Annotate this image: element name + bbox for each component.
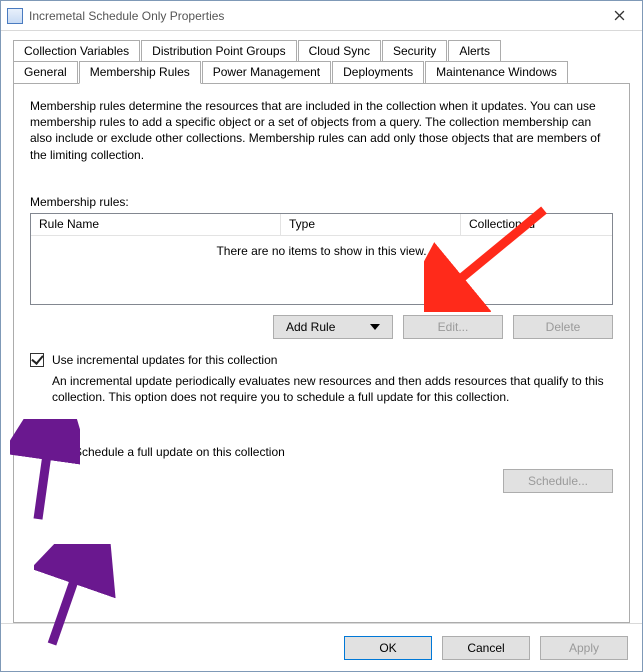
grid-empty-message: There are no items to show in this view. [31, 236, 612, 304]
rule-button-row: Add Rule Edit... Delete [30, 315, 613, 339]
column-type[interactable]: Type [281, 214, 461, 235]
incremental-row: Use incremental updates for this collect… [30, 353, 613, 367]
rules-grid[interactable]: Rule Name Type Collection Id There are n… [30, 213, 613, 305]
tab-general[interactable]: General [13, 61, 78, 84]
tab-deployments[interactable]: Deployments [332, 61, 424, 84]
tab-page-membership-rules: Membership rules determine the resources… [13, 83, 630, 623]
incremental-label: Use incremental updates for this collect… [52, 353, 277, 367]
tab-row-2: General Membership Rules Power Managemen… [13, 60, 569, 83]
column-rule-name[interactable]: Rule Name [31, 214, 281, 235]
schedule-button: Schedule... [503, 469, 613, 493]
dialog-footer: OK Cancel Apply [1, 623, 642, 671]
tab-collection-variables[interactable]: Collection Variables [13, 40, 140, 62]
window-title: Incremetal Schedule Only Properties [29, 9, 597, 23]
cancel-button[interactable]: Cancel [442, 636, 530, 660]
add-rule-label: Add Rule [286, 320, 335, 334]
tab-distribution-point-groups[interactable]: Distribution Point Groups [141, 40, 296, 62]
tab-cloud-sync[interactable]: Cloud Sync [298, 40, 381, 62]
full-update-row: Schedule a full update on this collectio… [52, 445, 613, 459]
close-button[interactable] [597, 1, 642, 30]
tab-strip: Collection Variables Distribution Point … [13, 39, 630, 83]
ok-button[interactable]: OK [344, 636, 432, 660]
schedule-row: Schedule... [30, 469, 613, 493]
edit-button: Edit... [403, 315, 503, 339]
grid-header: Rule Name Type Collection Id [31, 214, 612, 236]
app-icon [7, 8, 23, 24]
tab-membership-rules[interactable]: Membership Rules [79, 61, 201, 84]
page-description: Membership rules determine the resources… [30, 98, 613, 163]
tab-security[interactable]: Security [382, 40, 447, 62]
apply-button: Apply [540, 636, 628, 660]
column-collection-id[interactable]: Collection Id [461, 214, 612, 235]
tab-row-1: Collection Variables Distribution Point … [13, 39, 502, 61]
close-icon [614, 10, 625, 21]
incremental-description: An incremental update periodically evalu… [52, 373, 613, 405]
dialog-window: Incremetal Schedule Only Properties Coll… [0, 0, 643, 672]
membership-rules-label: Membership rules: [30, 195, 613, 209]
tab-maintenance-windows[interactable]: Maintenance Windows [425, 61, 568, 84]
full-update-label: Schedule a full update on this collectio… [74, 445, 285, 459]
incremental-checkbox[interactable] [30, 353, 44, 367]
chevron-down-icon [370, 324, 380, 330]
full-update-checkbox[interactable] [52, 445, 66, 459]
add-rule-button[interactable]: Add Rule [273, 315, 393, 339]
tab-alerts[interactable]: Alerts [448, 40, 501, 62]
tab-power-management[interactable]: Power Management [202, 61, 331, 84]
titlebar: Incremetal Schedule Only Properties [1, 1, 642, 31]
delete-button: Delete [513, 315, 613, 339]
client-area: Collection Variables Distribution Point … [1, 31, 642, 623]
